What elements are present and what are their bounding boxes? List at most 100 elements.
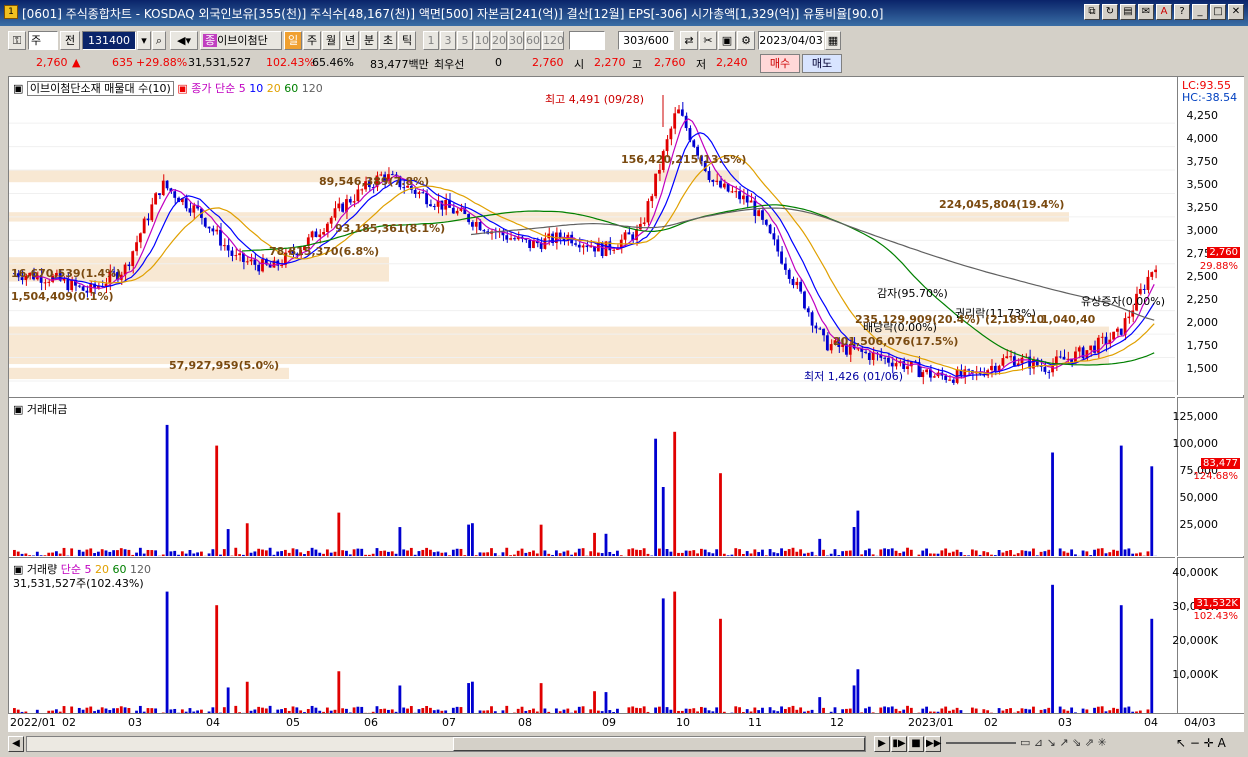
candle-body [77,285,81,287]
amount-bar [348,554,352,556]
maximize-button[interactable]: □ [1210,4,1226,20]
stock-name-label[interactable]: 종 이브이첨단 [200,31,282,50]
minute-option-3[interactable]: 3 [440,31,456,50]
x-tick-label: 2023/01 [908,716,954,729]
count-input[interactable]: 303/600 [618,31,674,50]
amount-bar [638,550,642,556]
period-select[interactable]: 주 [28,31,58,50]
sell-button[interactable]: 매도 [802,54,842,73]
amount-bar [28,555,32,556]
interval-tab-2[interactable]: 월 [322,31,340,50]
zoom-slider[interactable] [946,742,1016,744]
candle-body [791,278,795,286]
chevron-down-icon[interactable]: ▾ [137,31,151,50]
y-tick-label: 1,500 [1186,362,1219,375]
minute-option-5[interactable]: 5 [457,31,473,50]
candle-body [677,109,680,114]
amount-bar [635,549,638,556]
y-tick-label: 2,250 [1186,293,1219,306]
amount-bar [955,549,959,556]
volume-y-axis[interactable]: 40,000K30,000K20,000K10,000K 31,532K 102… [1172,557,1244,714]
candle-body [1001,358,1005,366]
y-tick-label: 1,750 [1186,339,1219,352]
minute-option-60[interactable]: 60 [525,31,541,50]
minute-option-120[interactable]: 120 [542,31,564,50]
chart-area[interactable]: ▣ 이브이첨단소재 매물대 수(10) ▣ 종가 단순 5 10 20 60 1… [8,76,1244,732]
prev-button[interactable]: 전 [60,31,80,50]
mail-icon[interactable]: ✉ [1138,4,1154,20]
save-icon[interactable]: ▣ [718,31,736,50]
print-icon[interactable]: ▤ [1120,4,1136,20]
candle-body [745,195,749,203]
custom-interval-input[interactable] [569,31,605,50]
interval-tab-0[interactable]: 일 [284,31,302,50]
help-icon[interactable]: ? [1174,4,1190,20]
zoom-controls[interactable]: ↖ − ✛ A [1176,736,1226,750]
amount-bar [967,555,970,556]
amount-y-axis[interactable]: 125,000 100,000 75,000 50,000 25,000 83,477 … [1173,397,1244,556]
amount-bar [1039,551,1043,556]
amount-bar [13,549,16,556]
volume-bar [1051,584,1054,714]
amount-bar [658,548,661,556]
price-panel[interactable]: ▣ 이브이첨단소재 매물대 수(10) ▣ 종가 단순 5 10 20 60 1… [9,77,1175,395]
panel-menu-icon[interactable]: ▣ [13,82,23,95]
amount-bar [127,549,131,556]
scroll-left-button[interactable]: ◀ [8,736,24,752]
calendar-icon[interactable]: ▦ [825,31,841,50]
amount-panel[interactable]: ▣ 거래대금 [9,397,1175,556]
fast-forward-icon[interactable]: ▮▶ [891,736,907,752]
speaker-icon[interactable]: ◀▾ [170,31,198,50]
candle-body [131,251,135,267]
play-icon[interactable]: ▶ [874,736,890,752]
interval-tab-5[interactable]: 초 [379,31,397,50]
panel-menu-icon-2[interactable]: ▣ [177,82,187,95]
amount-bar [402,549,406,556]
interval-tab-6[interactable]: 틱 [398,31,416,50]
minimize-button[interactable]: _ [1192,4,1208,20]
stop-icon[interactable]: ■ [908,736,924,752]
interval-tab-3[interactable]: 년 [341,31,359,50]
skip-icon[interactable]: ▶▶ [925,736,941,752]
interval-tab-1[interactable]: 주 [303,31,321,50]
price-y-axis[interactable]: LC:93.55 HC:-38.54 4,250 4,000 3,750 3,500 3… [1177,77,1244,395]
gear-icon[interactable]: ⚙ [737,31,755,50]
amount-panel-menu-icon[interactable]: ▣ [13,403,23,416]
link-icon[interactable]: ⧉ [1084,4,1100,20]
amount-bar [982,551,986,556]
amount-bar [757,552,761,556]
buy-button[interactable]: 매수 [760,54,800,73]
amount-bar [398,527,402,556]
price-chart-svg[interactable] [9,77,1175,395]
minute-option-10[interactable]: 10 [474,31,490,50]
candle-body [154,193,158,205]
refresh-icon[interactable]: ↻ [1102,4,1118,20]
minute-option-1[interactable]: 1 [423,31,439,50]
candle-body [207,226,211,229]
scissors-icon[interactable]: ✂ [699,31,717,50]
close-button[interactable]: ✕ [1228,4,1244,20]
arrow-tool-icon[interactable]: ⇄ [680,31,698,50]
volume-chart-svg[interactable] [9,558,1175,714]
scroll-thumb[interactable] [453,737,865,751]
price-panel-title: ▣ 이브이첨단소재 매물대 수(10) ▣ 종가 단순 5 10 20 60 1… [13,80,323,96]
minute-option-30[interactable]: 30 [508,31,524,50]
amount-bar [451,549,455,556]
amount-chart-svg[interactable] [9,398,1175,556]
amount-bar [661,487,665,556]
lock-icon[interactable]: ⚿ [8,31,26,50]
minute-option-20[interactable]: 20 [491,31,507,50]
drawing-tools-icons[interactable]: ▭ ⊿ ↘ ↗ ⇘ ⇗ ✳ [1020,736,1107,749]
volume-panel[interactable]: ▣ 거래량 단순 5 20 60 120 31,531,527주(102.43%… [9,557,1175,714]
scroll-track[interactable] [26,736,866,752]
ma-label: 종가 단순 [191,82,236,95]
candle-body [219,229,222,246]
search-icon[interactable]: ⌕ [152,31,166,50]
amount-bar [1138,552,1142,556]
volume-bar [593,691,596,714]
amount-bar [337,512,341,556]
interval-tab-4[interactable]: 분 [360,31,378,50]
stock-code-input[interactable]: 131400 [82,31,136,50]
date-input[interactable]: 2023/04/03 [758,31,824,50]
font-icon[interactable]: A [1156,4,1172,20]
